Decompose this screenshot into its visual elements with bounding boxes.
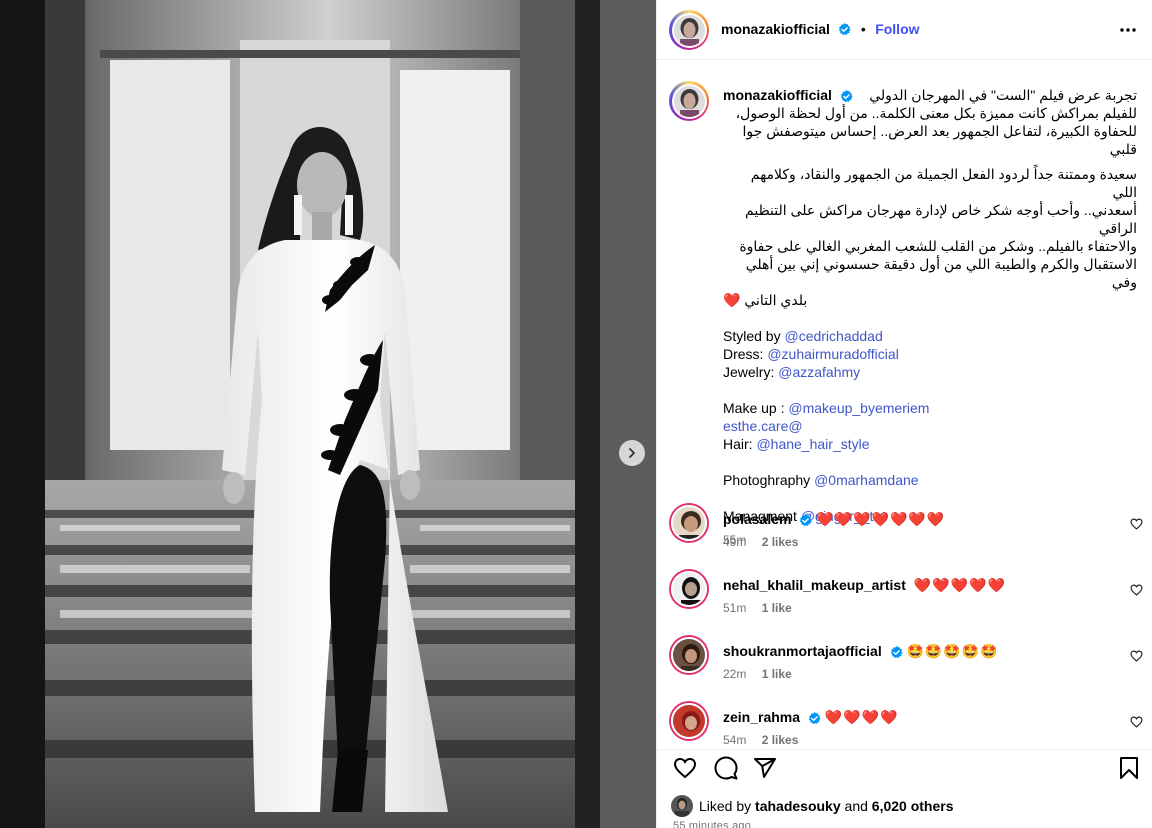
caption-text-line: سعيدة وممتنة جداً لردود الفعل الجميلة من… [750, 166, 1137, 200]
more-options-button[interactable] [1119, 22, 1137, 43]
caption-text-line: تجربة عرض فيلم "الست" في المهرجان الدولي [869, 87, 1137, 103]
heart-outline-icon [1130, 584, 1143, 596]
liked-by-others[interactable]: 6,020 others [872, 798, 954, 814]
mention-link[interactable]: @cedrichaddad [784, 328, 882, 344]
comments-scroll-area[interactable]: monazakiofficial تجربة عرض فيلم "الست" ف… [657, 61, 1152, 749]
jewelry-label: Jewelry: [723, 364, 775, 380]
commenter-avatar[interactable] [671, 637, 707, 673]
caption-author-avatar[interactable] [669, 81, 709, 121]
mention-link[interactable]: @0marhamdane [814, 472, 919, 488]
liked-by-username[interactable]: tahadesouky [755, 798, 841, 814]
header-separator: • [860, 21, 866, 37]
post-header: monazakiofficial • Follow [657, 0, 1152, 60]
comment-item: nehal_khalil_makeup_artist ❤️❤️❤️❤️❤️ 51… [657, 571, 1152, 639]
comment-text: ❤️❤️❤️❤️❤️ [913, 577, 1006, 593]
post-media[interactable] [0, 0, 656, 828]
commenter-username[interactable]: nehal_khalil_makeup_artist [723, 577, 906, 593]
comment-like-button[interactable] [1130, 583, 1143, 601]
heart-outline-icon [1130, 518, 1143, 530]
comment-text: ❤️❤️❤️❤️❤️❤️❤️ [816, 511, 946, 527]
comment-likes[interactable]: 2 likes [762, 535, 799, 549]
heart-emoji: ❤️ [723, 292, 741, 308]
commenter-username[interactable]: zein_rahma [723, 709, 800, 725]
credits-block: Make up : @makeup_byemeriem esthe.care@ … [723, 399, 1137, 453]
post-actions-bar: Liked by tahadesouky and 6,020 others 55… [657, 749, 1152, 828]
photography-label: Photoghraphy [723, 472, 811, 488]
bookmark-icon [1120, 757, 1138, 779]
verified-badge-icon [800, 513, 812, 526]
liked-by-avatar[interactable] [671, 795, 693, 817]
next-media-button[interactable] [619, 440, 645, 466]
hair-label: Hair: [723, 436, 753, 452]
comment-likes[interactable]: 1 like [762, 667, 792, 681]
caption-text-line: للفيلم بمراكش كانت مميزة بكل معنى الكلمة… [735, 105, 1137, 121]
follow-button[interactable]: Follow [875, 21, 919, 37]
credits-block: Styled by @cedrichaddad Dress: @zuhairmu… [723, 327, 1137, 381]
post-timestamp[interactable]: 55 minutes ago [673, 820, 751, 828]
commenter-avatar[interactable] [671, 571, 707, 607]
post-caption: monazakiofficial تجربة عرض فيلم "الست" ف… [723, 83, 1137, 549]
comment-time[interactable]: 49m [723, 535, 746, 549]
comment-bubble-icon [714, 756, 738, 780]
verified-badge-icon [890, 645, 903, 658]
post-photo [0, 0, 656, 828]
caption-text-line: أسعدني.. وأحب أوجه شكر خاص لإدارة مهرجان… [745, 202, 1137, 236]
mention-link[interactable]: @hane_hair_style [756, 436, 869, 452]
save-button[interactable] [1119, 756, 1139, 785]
comment-button[interactable] [714, 756, 738, 785]
verified-badge-icon [840, 89, 853, 102]
comment-likes[interactable]: 1 like [762, 601, 792, 615]
comment-text: 🤩🤩🤩🤩🤩 [906, 643, 999, 659]
caption-text-line: بلدي التاني [744, 292, 808, 308]
styled-by-label: Styled by [723, 328, 781, 344]
comment-item: polasalem ❤️❤️❤️❤️❤️❤️❤️ 49m 2 likes [657, 505, 1152, 573]
chevron-right-icon [629, 448, 635, 458]
commenter-avatar[interactable] [671, 703, 707, 739]
author-avatar[interactable] [669, 10, 709, 50]
makeup-label: Make up : [723, 400, 785, 416]
mention-link[interactable]: @zuhairmuradofficial [767, 346, 898, 362]
comment-like-button[interactable] [1130, 649, 1143, 667]
comment-time[interactable]: 22m [723, 667, 746, 681]
liked-by-and: and [844, 798, 868, 814]
comment-text: ❤️❤️❤️❤️ [824, 709, 899, 725]
comment-like-button[interactable] [1130, 517, 1143, 535]
heart-outline-icon [1130, 650, 1143, 662]
mention-link[interactable]: esthe.care@ [723, 418, 803, 434]
verified-badge-icon [808, 711, 821, 724]
comment-time[interactable]: 54m [723, 733, 746, 747]
more-horizontal-icon [1120, 28, 1136, 32]
share-button[interactable] [753, 756, 777, 785]
mention-link[interactable]: @makeup_byemeriem [788, 400, 929, 416]
commenter-username[interactable]: shoukranmortajaofficial [723, 643, 882, 659]
dress-label: Dress: [723, 346, 764, 362]
mention-link[interactable]: @azzafahmy [778, 364, 860, 380]
caption-text-line: والاحتفاء بالفيلم.. وشكر من القلب للشعب … [739, 238, 1137, 254]
heart-outline-icon [673, 757, 697, 779]
commenter-username[interactable]: polasalem [723, 511, 791, 527]
caption-username[interactable]: monazakiofficial [723, 87, 832, 103]
verified-badge-icon [839, 23, 851, 36]
comment-item: shoukranmortajaofficial 🤩🤩🤩🤩🤩 22m 1 like [657, 637, 1152, 705]
credits-block: Photoghraphy @0marhamdane [723, 471, 1137, 489]
comment-time[interactable]: 51m [723, 601, 746, 615]
comment-like-button[interactable] [1130, 715, 1143, 733]
caption-text-line: للحفاوة الكبيرة، لتفاعل الجمهور بعد العر… [742, 123, 1137, 157]
liked-by-prefix: Liked by [699, 798, 752, 814]
post-sidebar: monazakiofficial • Follow monazakioffici… [656, 0, 1152, 828]
like-button[interactable] [673, 757, 697, 784]
likes-summary: Liked by tahadesouky and 6,020 others [699, 798, 954, 814]
caption-paragraph: سعيدة وممتنة جداً لردود الفعل الجميلة من… [723, 165, 1137, 309]
author-username[interactable]: monazakiofficial [721, 21, 830, 37]
paper-plane-icon [754, 758, 776, 778]
caption-text-line: الاستقبال والكرم والطيبة اللي من أول دقي… [745, 256, 1137, 290]
comment-likes[interactable]: 2 likes [762, 733, 799, 747]
comment-item: zein_rahma ❤️❤️❤️❤️ 54m 2 likes [657, 703, 1152, 749]
commenter-avatar[interactable] [671, 505, 707, 541]
heart-outline-icon [1130, 716, 1143, 728]
